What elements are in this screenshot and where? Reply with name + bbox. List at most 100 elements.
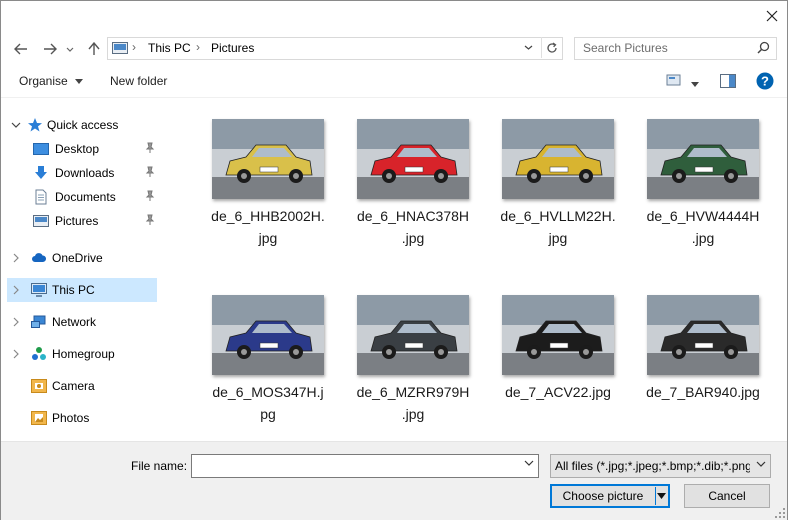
choose-picture-label: Choose picture: [562, 489, 644, 503]
preview-pane-button[interactable]: [720, 74, 736, 91]
sidebar-item-homegroup[interactable]: Homegroup: [7, 342, 157, 366]
chevron-right-icon: [13, 349, 19, 359]
close-icon: [766, 10, 778, 22]
resize-grip-icon[interactable]: [775, 508, 785, 518]
back-button[interactable]: [10, 39, 32, 59]
file-name: de_6_HHB2002H.jpg: [198, 205, 338, 249]
image-thumbnail: [633, 117, 773, 199]
organise-button[interactable]: Organise: [19, 74, 84, 88]
chevron-down-icon[interactable]: [524, 460, 534, 466]
title-bar: [1, 1, 787, 31]
refresh-button[interactable]: [541, 37, 562, 58]
sidebar-item-label: Homegroup: [52, 347, 115, 361]
help-icon: ?: [756, 72, 774, 90]
up-arrow-icon: [88, 42, 100, 55]
breadcrumb-separator: ›: [132, 40, 136, 54]
sidebar-item-photos[interactable]: Photos: [7, 406, 157, 430]
sidebar-item-this-pc[interactable]: This PC: [7, 278, 157, 302]
forward-button[interactable]: [39, 39, 61, 59]
file-name-line: jpg: [258, 230, 278, 246]
forward-arrow-icon: [44, 43, 57, 55]
file-name-label: File name:: [131, 459, 188, 473]
command-bar: Organise New folder ?: [1, 67, 787, 98]
chevron-down-icon: [524, 45, 532, 50]
sidebar-item-onedrive[interactable]: OneDrive: [7, 246, 157, 270]
document-icon: [35, 189, 47, 205]
cancel-label: Cancel: [708, 489, 746, 503]
breadcrumb-separator: ›: [196, 40, 200, 54]
sidebar-item-label: Network: [52, 315, 97, 329]
sidebar-item-camera[interactable]: Camera: [7, 374, 157, 398]
file-tile[interactable]: de_6_HVW4444H .jpg: [633, 117, 773, 267]
chevron-right-icon: [13, 317, 19, 327]
pc-location-icon: [112, 42, 128, 54]
new-folder-button[interactable]: New folder: [110, 74, 167, 88]
sidebar-item-downloads[interactable]: Downloads: [7, 161, 157, 185]
download-arrow-icon: [35, 166, 47, 179]
file-name-line: jpg: [548, 230, 568, 246]
file-name-line: .jpg: [691, 230, 715, 246]
file-name: de_6_HNAC378H .jpg: [343, 205, 483, 249]
file-tile[interactable]: de_6_MOS347H.jpg: [198, 293, 338, 439]
cloud-icon: [32, 253, 47, 262]
file-type-filter-value: All files (*.jpg;*.jpeg;*.bmp;*.dib;*.pn…: [555, 459, 750, 473]
file-open-dialog: › This PC › Pictures Organise New folder…: [0, 0, 788, 520]
homegroup-icon: [32, 347, 46, 360]
sidebar-item-quick-access[interactable]: Quick access: [7, 113, 157, 137]
cancel-button[interactable]: Cancel: [684, 484, 770, 508]
choose-picture-button[interactable]: Choose picture: [550, 484, 670, 508]
image-thumbnail: [343, 117, 483, 199]
sidebar-item-label: Documents: [55, 190, 116, 204]
file-tile[interactable]: de_6_HNAC378H .jpg: [343, 117, 483, 267]
recent-locations-button[interactable]: [63, 39, 77, 59]
sidebar-item-label: Downloads: [55, 166, 115, 180]
pin-icon: [145, 190, 155, 201]
breadcrumb-pictures[interactable]: Pictures: [211, 41, 254, 55]
sidebar-item-network[interactable]: Network: [7, 310, 157, 334]
file-tile[interactable]: de_6_HVLLM22H. jpg: [488, 117, 628, 267]
address-bar[interactable]: › This PC › Pictures: [107, 37, 563, 60]
file-name-combobox[interactable]: [191, 454, 539, 478]
image-thumbnail: [198, 293, 338, 375]
file-list: de_6_HHB2002H. jpg de_6_HNAC378H .jpg de_6…: [167, 105, 787, 439]
sidebar-item-label: Camera: [52, 379, 95, 393]
file-name: de_6_MZRR979H .jpg: [343, 381, 483, 425]
change-view-button[interactable]: [666, 73, 700, 90]
close-button[interactable]: [757, 1, 787, 31]
file-name-line: de_6_HHB2002H.: [211, 208, 325, 224]
file-name-line: de_7_BAR940.jpg: [646, 384, 760, 400]
address-history-dropdown[interactable]: [517, 37, 539, 58]
file-tile[interactable]: de_6_MZRR979H .jpg: [343, 293, 483, 439]
file-name-line: pg: [260, 406, 276, 422]
search-icon: [757, 41, 770, 54]
sidebar-item-label: Pictures: [55, 214, 99, 228]
image-thumbnail: [488, 293, 628, 375]
file-name-line: de_6_MOS347H.j: [212, 384, 324, 400]
up-button[interactable]: [83, 39, 105, 59]
caret-down-icon[interactable]: [657, 491, 666, 501]
back-arrow-icon: [14, 43, 27, 55]
pictures-folder-icon: [33, 215, 49, 227]
sidebar-item-documents[interactable]: Documents: [7, 185, 157, 209]
network-icon: [31, 315, 46, 328]
file-name-line: de_6_HNAC378H: [356, 208, 470, 224]
file-type-filter[interactable]: All files (*.jpg;*.jpeg;*.bmp;*.dib;*.pn…: [550, 454, 771, 478]
file-name-line: .jpg: [401, 406, 425, 422]
search-input[interactable]: [575, 38, 753, 57]
file-tile[interactable]: de_7_BAR940.jpg: [633, 293, 773, 439]
breadcrumb-this-pc[interactable]: This PC: [148, 41, 191, 55]
sidebar-item-label: OneDrive: [52, 251, 103, 265]
sidebar-item-desktop[interactable]: Desktop: [7, 137, 157, 161]
sidebar-item-label: This PC: [52, 283, 95, 297]
file-name-line: de_6_MZRR979H: [356, 384, 470, 400]
help-button[interactable]: ?: [756, 72, 774, 93]
sidebar-item-pictures[interactable]: Pictures: [7, 209, 157, 233]
caret-down-icon: [75, 79, 84, 85]
file-name-line: de_7_ACV22.jpg: [505, 384, 611, 400]
sidebar-item-label: Photos: [52, 411, 90, 425]
file-tile[interactable]: de_7_ACV22.jpg: [488, 293, 628, 439]
search-box[interactable]: [574, 37, 777, 60]
file-tile[interactable]: de_6_HHB2002H.jpg: [198, 117, 338, 267]
file-name-input[interactable]: [192, 455, 520, 475]
sidebar-item-label: Desktop: [55, 142, 100, 156]
